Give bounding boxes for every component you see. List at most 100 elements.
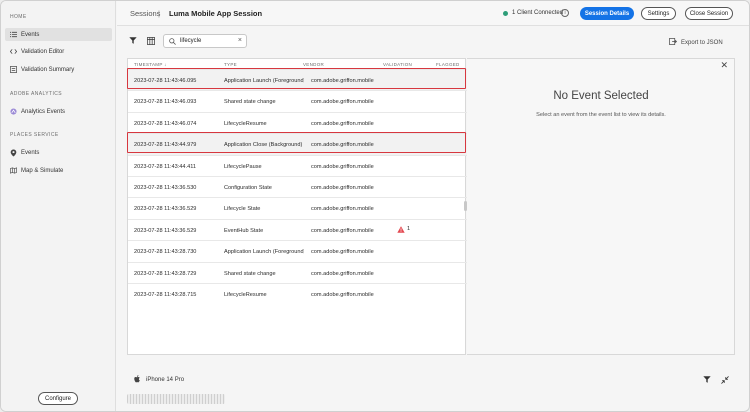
detail-empty-subtitle: Select an event from the event list to v… [536, 112, 666, 118]
table-row[interactable]: 2023-07-28 11:43:28.715 LifecycleResume co… [128, 283, 467, 304]
column-header-validation[interactable]: VALIDATION [383, 62, 412, 67]
detail-empty-title: No Event Selected [553, 90, 649, 102]
clear-search-icon[interactable]: × [238, 37, 242, 44]
device-name: iPhone 14 Pro [146, 377, 185, 383]
search-input[interactable]: lifecycle × [163, 34, 247, 48]
event-timestamp: 2023-07-28 11:43:44.411 [134, 163, 196, 170]
event-timestamp: 2023-07-28 11:43:28.715 [134, 292, 197, 298]
event-vendor: com.adobe.griffon.mobile [311, 120, 374, 127]
events-table: TIMESTAMP ↓ TYPE VENDOR VALIDATION FLAGG… [127, 58, 467, 355]
event-timestamp: 2023-07-28 11:43:44.979 [134, 142, 197, 149]
table-row[interactable]: 2023-07-28 11:43:46.074 LifecycleResume co… [128, 111, 467, 133]
event-type: Configuration State [224, 185, 272, 191]
sidebar-heading-analytics: ADOBE ANALYTICS [10, 91, 63, 97]
list-icon [10, 31, 17, 38]
table-row[interactable]: 2023-07-28 11:43:44.411 LifecyclePause com… [128, 154, 467, 176]
column-header-flagged[interactable]: FLAGGED [436, 62, 460, 67]
table-row[interactable]: 2023-07-28 11:43:36.529 EventHub State com… [128, 218, 467, 240]
breadcrumb-separator: | [158, 9, 160, 18]
sort-desc-icon: ↓ [164, 62, 167, 67]
sidebar: HOME Events Validation Editor Validation… [1, 1, 116, 411]
validation-count: 1 [407, 226, 411, 233]
event-timestamp: 2023-07-28 11:43:36.530 [134, 185, 197, 191]
code-icon [10, 48, 17, 55]
event-timestamp: 2023-07-28 11:43:46.095 [134, 78, 197, 84]
event-type: Application Launch (Foreground) [224, 249, 304, 256]
event-timestamp: 2023-07-28 11:43:36.529 [134, 206, 197, 213]
info-icon[interactable]: i [561, 9, 569, 17]
event-vendor: com.adobe.griffon.mobile [311, 142, 374, 149]
table-row[interactable]: 2023-07-28 11:43:36.530 Configuration Sta… [128, 176, 467, 197]
event-type: Lifecycle State [224, 206, 261, 213]
search-value: lifecycle [180, 38, 202, 44]
sidebar-item-places-events[interactable]: Events [5, 146, 112, 159]
sidebar-item-label: Events [21, 149, 40, 156]
settings-button[interactable]: Settings [641, 7, 676, 20]
events-toolbar: lifecycle × Export to JSON [117, 27, 749, 55]
session-details-button[interactable]: Session Details [580, 7, 634, 20]
event-vendor: com.adobe.griffon.mobile [311, 292, 374, 298]
device-selector[interactable]: iPhone 14 Pro [134, 375, 184, 385]
table-header: TIMESTAMP ↓ TYPE VENDOR VALIDATION FLAGG… [128, 59, 467, 69]
event-vendor: com.adobe.griffon.mobile [311, 206, 374, 213]
sidebar-item-events[interactable]: Events [5, 28, 112, 41]
event-timestamp: 2023-07-28 11:43:28.729 [134, 270, 197, 277]
event-vendor: com.adobe.griffon.mobile [311, 99, 374, 106]
event-type: Shared state change [224, 99, 276, 106]
event-vendor: com.adobe.griffon.mobile [311, 78, 374, 84]
event-vendor: com.adobe.griffon.mobile [311, 249, 374, 256]
export-label: Export to JSON [681, 39, 723, 46]
search-icon [169, 38, 176, 47]
event-vendor: com.adobe.griffon.mobile [311, 227, 374, 234]
sidebar-item-map-simulate[interactable]: Map & Simulate [5, 164, 112, 177]
sidebar-heading-home: HOME [10, 14, 27, 20]
sidebar-item-analytics-events[interactable]: Analytics Events [5, 105, 112, 118]
collapse-icon[interactable] [721, 376, 729, 386]
event-detail-panel: ✕ No Event Selected Select an event from… [467, 58, 735, 355]
sidebar-heading-places: PLACES SERVICE [10, 132, 59, 138]
page-title: Luma Mobile App Session [169, 9, 263, 18]
table-row[interactable]: 2023-07-28 11:43:36.529 Lifecycle State co… [128, 197, 467, 218]
column-header-type[interactable]: TYPE [224, 62, 237, 67]
sidebar-item-label: Analytics Events [21, 108, 66, 115]
filter-icon[interactable] [129, 37, 137, 46]
table-row[interactable]: 2023-07-28 11:43:28.729 Shared state chan… [128, 261, 467, 283]
event-vendor: com.adobe.griffon.mobile [311, 163, 374, 170]
table-row[interactable]: 2023-07-28 11:43:28.730 Application Launc… [128, 240, 467, 261]
table-row[interactable]: 2023-07-28 11:43:46.095 Application Launc… [128, 69, 467, 91]
export-to-json-button[interactable]: Export to JSON [669, 38, 723, 47]
event-timestamp: 2023-07-28 11:43:46.074 [134, 120, 197, 127]
table-row[interactable]: 2023-07-28 11:43:44.979 Application Close… [128, 133, 467, 155]
event-timestamp: 2023-07-28 11:43:36.529 [134, 227, 197, 234]
analytics-icon [10, 108, 17, 115]
connection-status-text: 1 Client Connected [512, 10, 564, 16]
column-header-vendor[interactable]: VENDOR [303, 62, 324, 67]
map-icon [10, 167, 17, 174]
event-vendor: com.adobe.griffon.mobile [311, 270, 374, 277]
event-type: LifecyclePause [224, 163, 262, 170]
summary-icon [10, 66, 17, 73]
event-timestamp: 2023-07-28 11:43:28.730 [134, 249, 197, 256]
validation-warning[interactable]: 1 [397, 226, 410, 233]
event-type: Application Close (Background) [224, 142, 303, 149]
event-type: EventHub State [224, 227, 264, 234]
event-timestamp: 2023-07-28 11:43:46.093 [134, 99, 197, 106]
connection-status-dot [503, 11, 508, 16]
device-bar: iPhone 14 Pro [117, 366, 749, 411]
table-row[interactable]: 2023-07-28 11:43:46.093 Shared state chan… [128, 90, 467, 111]
column-header-timestamp[interactable]: TIMESTAMP ↓ [134, 62, 167, 67]
columns-icon[interactable] [147, 37, 155, 47]
sidebar-item-label: Map & Simulate [21, 167, 64, 174]
filter-icon[interactable] [703, 376, 711, 385]
breadcrumb-sessions[interactable]: Sessions [130, 9, 160, 18]
configure-button[interactable]: Configure [38, 392, 78, 405]
sidebar-item-validation-summary[interactable]: Validation Summary [5, 63, 112, 76]
close-session-button[interactable]: Close Session [685, 7, 733, 20]
event-type: LifecycleResume [224, 120, 267, 127]
event-timeline[interactable] [127, 394, 225, 404]
sidebar-item-validation-editor[interactable]: Validation Editor [5, 45, 112, 58]
event-type: Application Launch (Foreground) [224, 78, 304, 84]
pin-icon [10, 149, 17, 156]
event-type: Shared state change [224, 270, 276, 277]
close-icon[interactable]: ✕ [720, 60, 728, 71]
